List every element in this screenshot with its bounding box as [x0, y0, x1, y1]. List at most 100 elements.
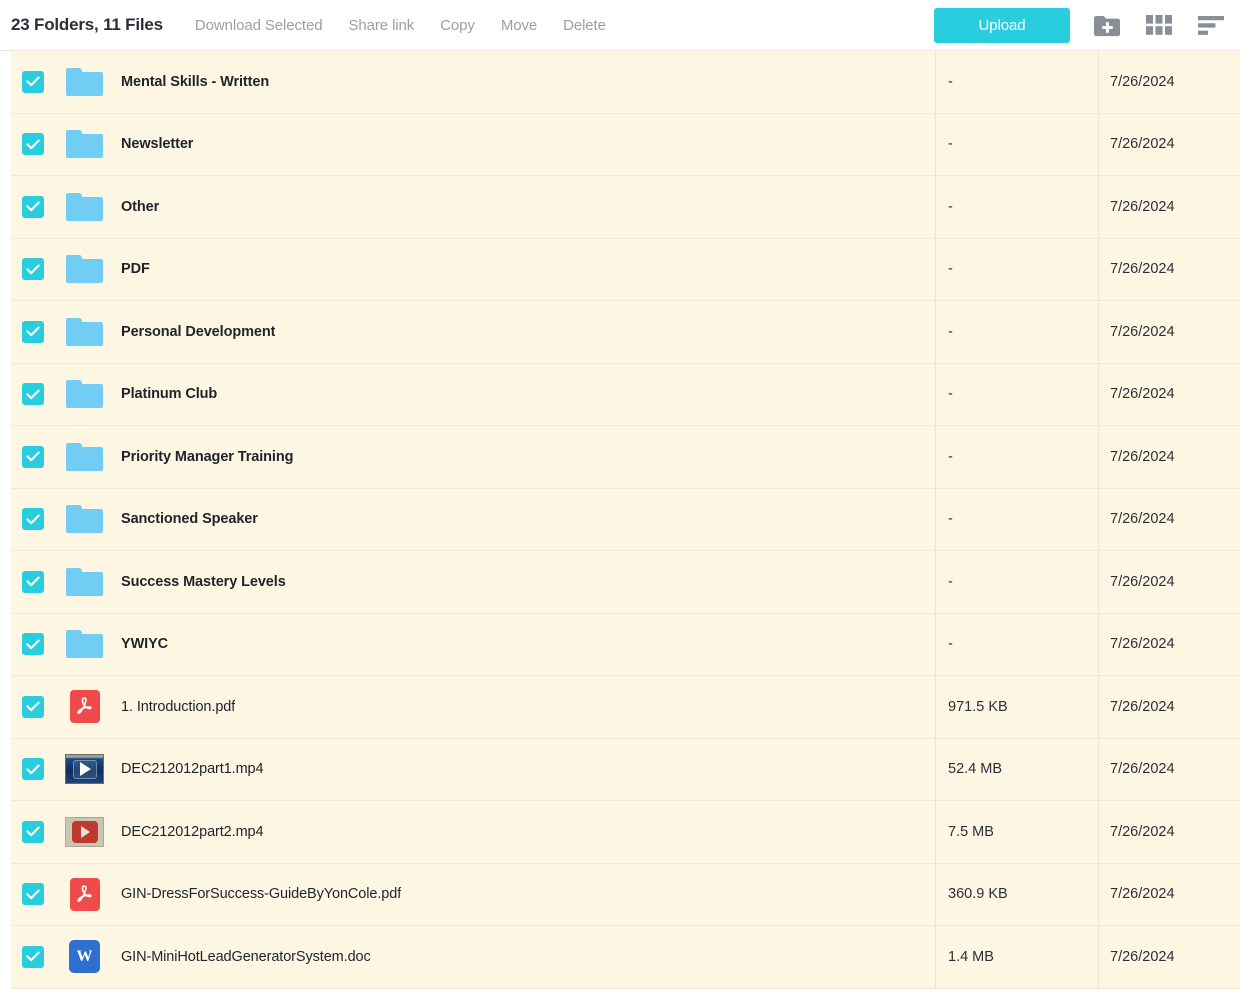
file-name-cell[interactable]: 1. Introduction.pdf: [11, 676, 935, 738]
row-checkbox[interactable]: [22, 70, 44, 93]
file-name-label: Mental Skills - Written: [121, 73, 270, 90]
table-row[interactable]: Newsletter - 7/26/2024: [11, 113, 1240, 176]
file-date-cell: 7/26/2024: [1098, 613, 1240, 675]
file-date-label: 7/26/2024: [1110, 886, 1175, 903]
file-name-cell[interactable]: Newsletter: [11, 114, 935, 176]
file-date-cell: 7/26/2024: [1098, 426, 1240, 488]
folder-icon: [66, 255, 103, 284]
file-type-icon: [65, 250, 104, 289]
table-row[interactable]: Personal Development - 7/26/2024: [11, 301, 1240, 364]
file-name-cell[interactable]: Personal Development: [11, 301, 935, 363]
row-checkbox[interactable]: [22, 133, 44, 156]
row-checkbox[interactable]: [22, 383, 44, 406]
file-name-cell[interactable]: YWIYC: [11, 614, 935, 676]
file-date-label: 7/26/2024: [1110, 323, 1175, 340]
folder-icon: [66, 505, 103, 534]
file-name-cell[interactable]: GIN-DressForSuccess-GuideByYonCole.pdf: [11, 864, 935, 926]
file-size-cell: -: [935, 301, 1098, 363]
grid-view-icon: [1146, 15, 1172, 35]
file-date-label: 7/26/2024: [1110, 636, 1175, 653]
table-row[interactable]: W GIN-MiniHotLeadGeneratorSystem.doc 1.4 M…: [11, 926, 1240, 989]
row-checkbox[interactable]: [22, 820, 44, 843]
file-name-cell[interactable]: DEC212012part1.mp4: [11, 739, 935, 801]
file-type-icon: W: [65, 937, 104, 976]
file-name-cell[interactable]: W GIN-MiniHotLeadGeneratorSystem.doc: [11, 926, 935, 988]
file-date-label: 7/26/2024: [1110, 136, 1175, 153]
table-row[interactable]: Mental Skills - Written - 7/26/2024: [11, 51, 1240, 114]
row-checkbox[interactable]: [22, 320, 44, 343]
row-checkbox[interactable]: [22, 445, 44, 468]
file-name-cell[interactable]: Mental Skills - Written: [11, 51, 935, 113]
row-checkbox[interactable]: [22, 945, 44, 968]
selection-summary: 23 Folders, 11 Files: [11, 15, 163, 34]
new-folder-icon: [1093, 14, 1121, 37]
file-type-icon: [65, 875, 104, 914]
file-name-label: GIN-MiniHotLeadGeneratorSystem.doc: [121, 948, 371, 965]
row-checkbox[interactable]: [22, 633, 44, 656]
file-date-cell: 7/26/2024: [1098, 51, 1240, 113]
file-name-label: GIN-DressForSuccess-GuideByYonCole.pdf: [121, 886, 402, 903]
row-checkbox[interactable]: [22, 258, 44, 281]
table-row[interactable]: Success Mastery Levels - 7/26/2024: [11, 551, 1240, 614]
row-checkbox[interactable]: [22, 758, 44, 781]
folder-icon: [66, 192, 103, 221]
table-row[interactable]: Priority Manager Training - 7/26/2024: [11, 426, 1240, 489]
file-name-cell[interactable]: Success Mastery Levels: [11, 551, 935, 613]
row-checkbox[interactable]: [22, 883, 44, 906]
table-row[interactable]: DEC212012part2.mp4 7.5 MB 7/26/2024: [11, 801, 1240, 864]
file-type-icon: [65, 750, 104, 789]
table-row[interactable]: DEC212012part1.mp4 52.4 MB 7/26/2024: [11, 738, 1240, 801]
file-size-cell: 971.5 KB: [935, 676, 1098, 738]
file-type-icon: [65, 312, 104, 351]
file-name-cell[interactable]: Sanctioned Speaker: [11, 489, 935, 551]
file-size-label: -: [948, 573, 953, 590]
file-size-cell: -: [935, 488, 1098, 550]
file-size-label: -: [948, 323, 953, 340]
file-size-cell: -: [935, 238, 1098, 300]
row-checkbox[interactable]: [22, 508, 44, 531]
folder-icon: [66, 442, 103, 471]
file-name-label: Priority Manager Training: [121, 448, 294, 465]
file-size-cell: -: [935, 113, 1098, 175]
file-date-label: 7/26/2024: [1110, 448, 1175, 465]
download-selected-button[interactable]: Download Selected: [187, 13, 331, 38]
table-row[interactable]: YWIYC - 7/26/2024: [11, 613, 1240, 676]
row-checkbox[interactable]: [22, 570, 44, 593]
grid-view-button[interactable]: [1144, 10, 1174, 40]
file-date-cell: 7/26/2024: [1098, 926, 1240, 988]
delete-button[interactable]: Delete: [555, 13, 614, 38]
file-date-label: 7/26/2024: [1110, 573, 1175, 590]
upload-button[interactable]: Upload: [934, 7, 1070, 43]
new-folder-button[interactable]: [1092, 10, 1122, 40]
row-checkbox[interactable]: [22, 695, 44, 718]
file-size-label: 360.9 KB: [948, 886, 1008, 903]
table-row[interactable]: Other - 7/26/2024: [11, 176, 1240, 239]
file-name-label: DEC212012part2.mp4: [121, 823, 264, 840]
move-button[interactable]: Move: [493, 13, 545, 38]
share-link-button[interactable]: Share link: [340, 13, 422, 38]
sort-button[interactable]: [1196, 10, 1226, 40]
file-size-cell: -: [935, 551, 1098, 613]
table-row[interactable]: Sanctioned Speaker - 7/26/2024: [11, 488, 1240, 551]
file-name-cell[interactable]: Platinum Club: [11, 364, 935, 426]
file-name-cell[interactable]: Other: [11, 176, 935, 238]
file-name-cell[interactable]: DEC212012part2.mp4: [11, 801, 935, 863]
file-name-cell[interactable]: Priority Manager Training: [11, 426, 935, 488]
file-name-label: Sanctioned Speaker: [121, 511, 258, 528]
pdf-file-icon: [69, 690, 100, 724]
video-thumbnail-icon: [65, 816, 104, 847]
copy-button[interactable]: Copy: [432, 13, 483, 38]
table-row[interactable]: 1. Introduction.pdf 971.5 KB 7/26/2024: [11, 676, 1240, 739]
file-date-cell: 7/26/2024: [1098, 551, 1240, 613]
file-date-cell: 7/26/2024: [1098, 363, 1240, 425]
table-row[interactable]: Platinum Club - 7/26/2024: [11, 363, 1240, 426]
file-size-label: -: [948, 73, 953, 90]
file-name-cell[interactable]: PDF: [11, 239, 935, 301]
file-type-icon: [65, 62, 104, 101]
table-row[interactable]: PDF - 7/26/2024: [11, 238, 1240, 301]
file-size-cell: 1.4 MB: [935, 926, 1098, 988]
file-size-label: 7.5 MB: [948, 823, 994, 840]
row-checkbox[interactable]: [22, 195, 44, 218]
table-row[interactable]: GIN-DressForSuccess-GuideByYonCole.pdf 36…: [11, 863, 1240, 926]
file-size-label: 1.4 MB: [948, 948, 994, 965]
